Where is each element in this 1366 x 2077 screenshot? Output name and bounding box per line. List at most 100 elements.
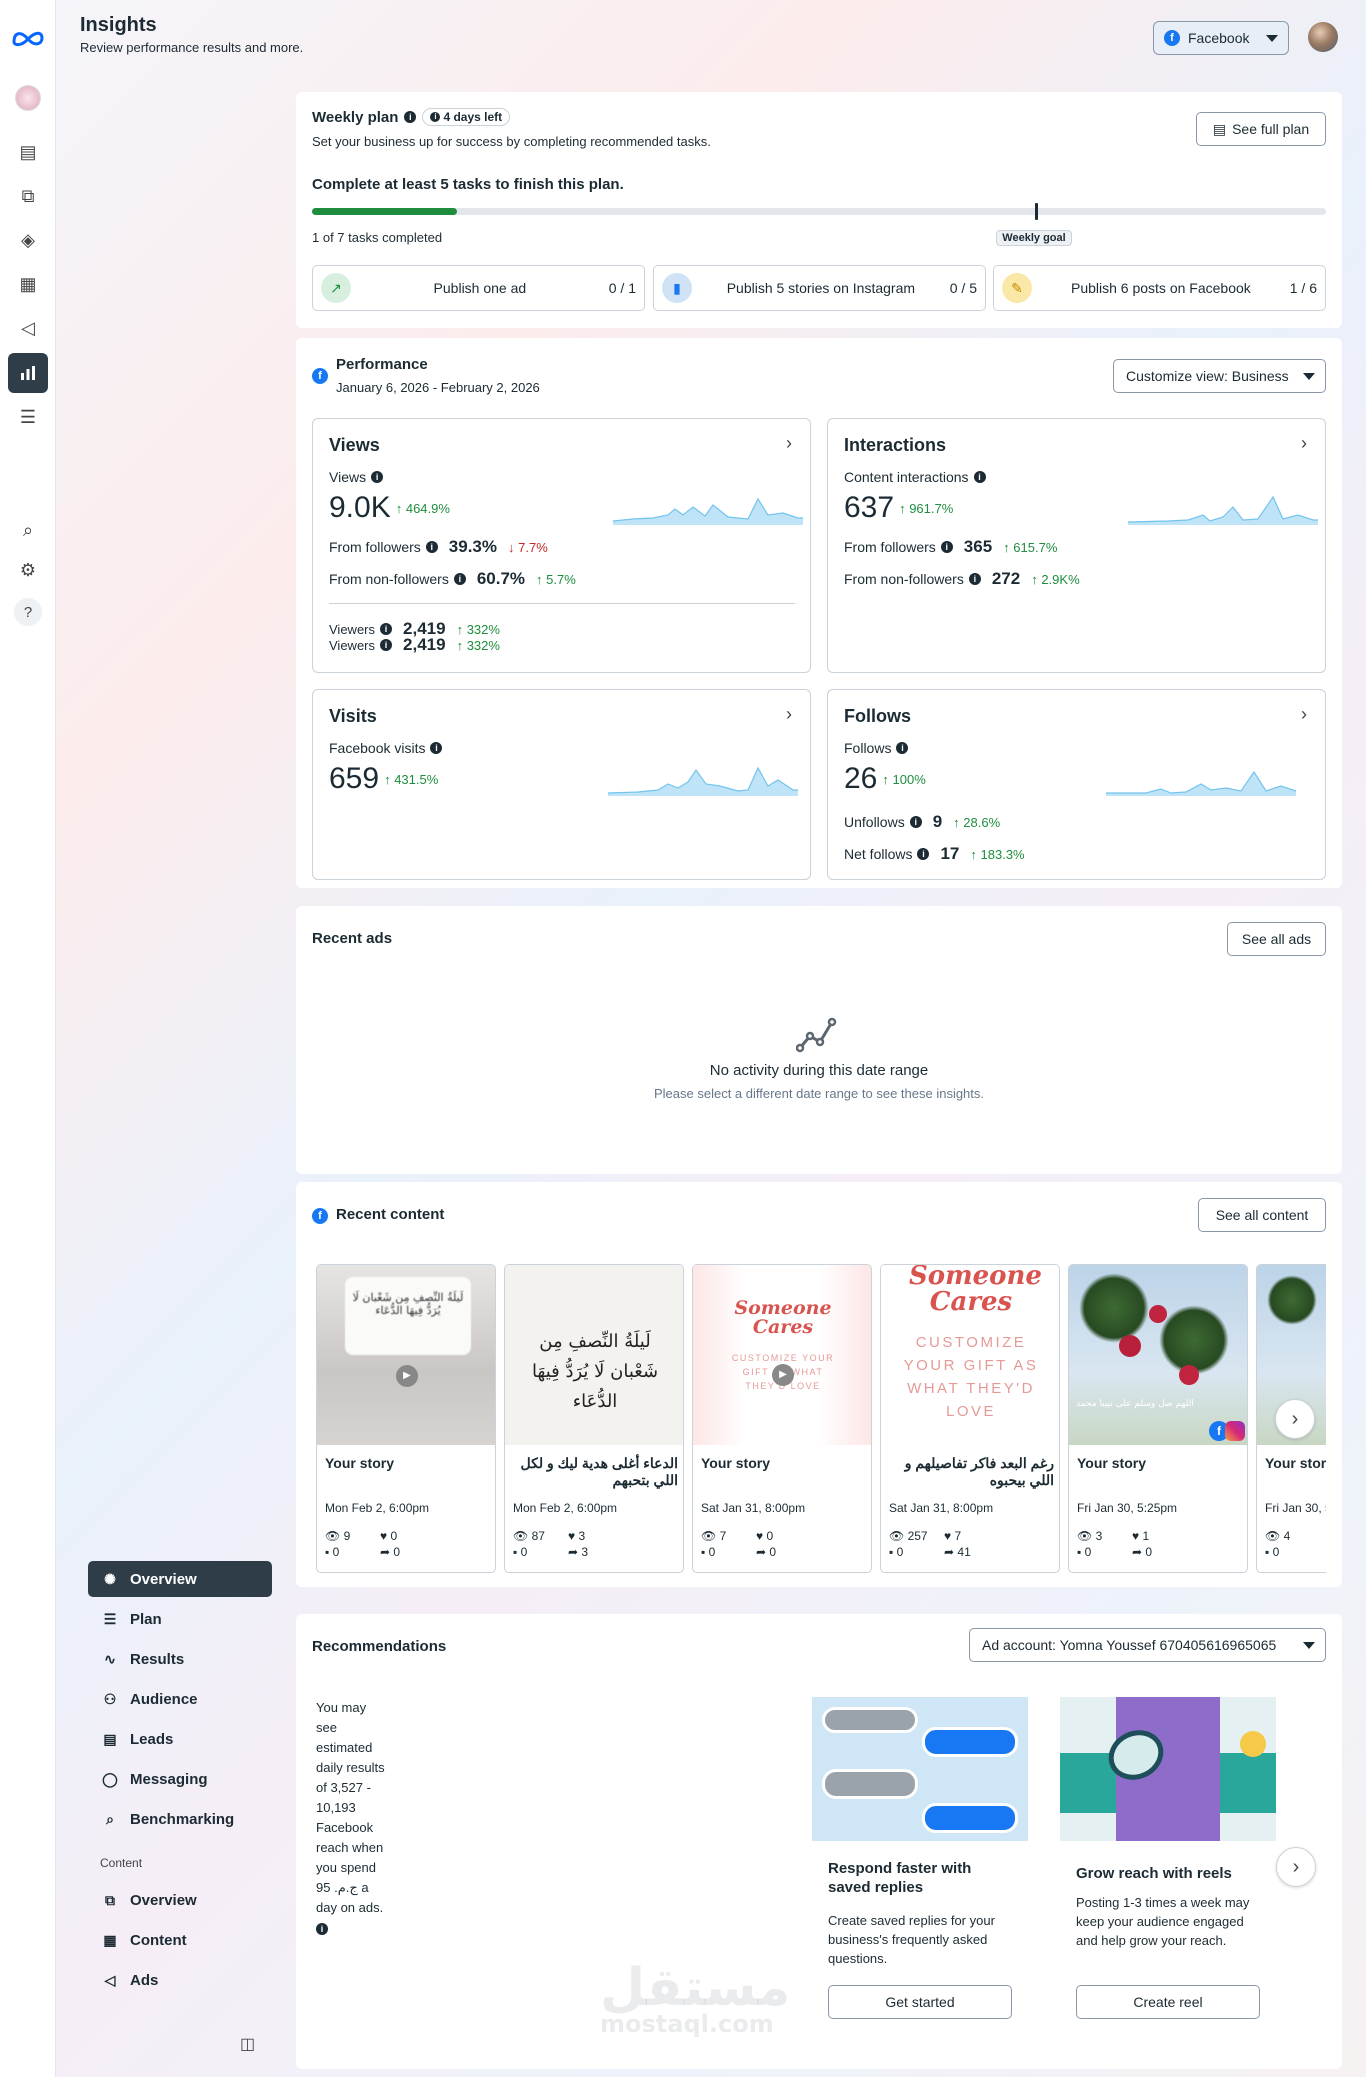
- nav-audience[interactable]: ⚇ Audience: [88, 1681, 272, 1717]
- thumb-text: اللهم صل وسلم على نبينا محمد: [1076, 1399, 1194, 1409]
- info-icon[interactable]: i: [973, 471, 986, 483]
- follows-title: Follows: [844, 706, 911, 726]
- flower-decoration: [1149, 1305, 1167, 1323]
- platform-select[interactable]: f Facebook: [1153, 21, 1289, 55]
- task-label: Publish 6 posts on Facebook: [1070, 280, 1251, 296]
- chevron-right-icon[interactable]: ›: [1301, 433, 1307, 454]
- content-item[interactable]: Someone Cares CUSTOMIZE YOUR GIFT AS WHA…: [880, 1264, 1060, 1573]
- interactions-sparkline: [1128, 495, 1318, 525]
- views-count: 3: [1095, 1529, 1103, 1543]
- collapse-sidebar-icon[interactable]: ◫: [240, 2034, 255, 2054]
- from-nonfollowers-value: 272: [991, 569, 1021, 588]
- nav-content-overview[interactable]: ⧉ Overview: [88, 1882, 272, 1918]
- comments-stat: ▪ 0: [1077, 1545, 1092, 1559]
- info-icon[interactable]: i: [425, 541, 438, 553]
- user-avatar[interactable]: [1308, 22, 1338, 52]
- content-next-button[interactable]: ›: [1275, 1399, 1315, 1439]
- megaphone-icon[interactable]: ◁: [14, 314, 42, 342]
- weekly-goal-marker: [1035, 203, 1039, 220]
- see-all-ads-button[interactable]: See all ads: [1227, 922, 1326, 956]
- see-all-content-button[interactable]: See all content: [1198, 1198, 1326, 1232]
- content-title: Your stor: [1265, 1455, 1326, 1471]
- views-count: 9: [343, 1529, 351, 1543]
- info-icon[interactable]: i: [909, 816, 922, 828]
- facebook-icon: f: [312, 368, 328, 384]
- nav-plan[interactable]: ☰ Plan: [88, 1601, 272, 1637]
- viewers-label: Viewers: [329, 637, 376, 653]
- recent-content-title: Recent content: [336, 1206, 445, 1223]
- info-icon[interactable]: i: [453, 573, 466, 585]
- content-item[interactable]: اللهم صل وسلم على نبينا محمد f Your stor…: [1068, 1264, 1248, 1573]
- nav-label: Audience: [130, 1690, 198, 1708]
- info-icon[interactable]: i: [917, 848, 930, 860]
- get-started-button[interactable]: Get started: [828, 1985, 1012, 2019]
- task-publish-stories[interactable]: ▮ Publish 5 stories on Instagram 0 / 5: [653, 265, 986, 311]
- nav-overview[interactable]: ✺ Overview: [88, 1561, 272, 1597]
- recommendation-reels[interactable]: Grow reach with reels Posting 1-3 times …: [1060, 1697, 1276, 2037]
- content-title: Your story: [701, 1455, 770, 1471]
- interactions-change-value: 961.7%: [909, 500, 954, 516]
- chevron-right-icon[interactable]: ›: [786, 704, 792, 725]
- info-icon[interactable]: i: [380, 639, 393, 651]
- likes-stat: ♥ 0: [756, 1529, 774, 1543]
- contact-card-icon[interactable]: ▤: [14, 138, 42, 166]
- info-icon[interactable]: i: [371, 471, 384, 483]
- customize-view-select[interactable]: Customize view: Business: [1113, 359, 1326, 393]
- chevron-right-icon[interactable]: ›: [786, 433, 792, 454]
- nav-messaging[interactable]: ◯ Messaging: [88, 1761, 272, 1797]
- recommendation-saved-replies[interactable]: Respond faster with saved replies Create…: [812, 1697, 1028, 2037]
- views-metric-card[interactable]: Views › Views i 9.0K ↑ 464.9% From followe…: [312, 418, 811, 673]
- nav-content[interactable]: ▦ Content: [88, 1922, 272, 1958]
- content-thumbnail: Someone Cares CUSTOMIZE YOUR GIFT AS WHA…: [693, 1265, 871, 1445]
- gear-icon[interactable]: ⚙: [14, 556, 42, 584]
- content-title: Your story: [1077, 1455, 1146, 1471]
- interactions-metric-card[interactable]: Interactions › Content interactions i 637…: [827, 418, 1326, 673]
- task-publish-posts[interactable]: ✎ Publish 6 posts on Facebook 1 / 6: [993, 265, 1326, 311]
- info-icon[interactable]: i: [380, 623, 393, 635]
- create-reel-button[interactable]: Create reel: [1076, 1985, 1260, 2019]
- handshake-icon[interactable]: ◈: [14, 226, 42, 254]
- content-item[interactable]: لَيلَةُ النِّصفِ مِن شَعْبان لَا يُرَدُّ…: [504, 1264, 684, 1573]
- search-icon[interactable]: ⌕: [14, 516, 42, 544]
- menu-icon[interactable]: ☰: [14, 403, 42, 431]
- leaves-decoration: [1079, 1273, 1149, 1343]
- info-icon[interactable]: i: [896, 742, 909, 754]
- nav-benchmarking[interactable]: ⌕ Benchmarking: [88, 1801, 272, 1837]
- task-publish-ad[interactable]: ↗ Publish one ad 0 / 1: [312, 265, 645, 311]
- meta-logo-icon[interactable]: [10, 24, 46, 52]
- caret-down-icon: [1303, 1641, 1315, 1649]
- follows-metric-card[interactable]: Follows › Follows i 26 ↑ 100% Unfollows i 9 ↑…: [827, 689, 1326, 880]
- shares-stat: ➦ 0: [1132, 1545, 1153, 1559]
- content-item[interactable]: لَيلَةُ النِّصفِ مِن شَعْبان لَا يُرَدُّ…: [316, 1264, 496, 1573]
- content-item[interactable]: Someone Cares CUSTOMIZE YOUR GIFT AS WHA…: [692, 1264, 872, 1573]
- info-icon[interactable]: i: [940, 541, 953, 553]
- table-icon: ▦: [103, 1931, 117, 1948]
- visits-metric-card[interactable]: Visits › Facebook visits i 659 ↑ 431.5%: [312, 689, 811, 880]
- table-icon[interactable]: ▦: [14, 270, 42, 298]
- layers-icon[interactable]: ⧉: [14, 182, 42, 210]
- info-icon[interactable]: i: [404, 111, 417, 123]
- views-stat: 👁 87: [513, 1529, 545, 1543]
- insights-chart-icon[interactable]: [8, 353, 48, 393]
- ad-account-select[interactable]: Ad account: Yomna Youssef 67040561696506…: [969, 1628, 1326, 1662]
- info-icon[interactable]: i: [316, 1922, 328, 1935]
- likes-count: 7: [954, 1529, 962, 1543]
- page-avatar-icon[interactable]: [14, 84, 42, 112]
- nav-ads[interactable]: ◁ Ads: [88, 1962, 272, 1998]
- trend-up-icon: ↗: [321, 273, 351, 303]
- info-icon[interactable]: i: [968, 573, 981, 585]
- nav-label: Overview: [130, 1570, 197, 1588]
- from-followers-label: From followers: [844, 539, 936, 555]
- weekly-plan-subtitle: Set your business up for success by comp…: [312, 134, 711, 149]
- no-activity-subtitle: Please select a different date range to …: [653, 1086, 985, 1101]
- info-icon[interactable]: i: [430, 742, 443, 754]
- see-full-plan-button[interactable]: ▤ See full plan: [1196, 112, 1326, 146]
- nav-results[interactable]: ∿ Results: [88, 1641, 272, 1677]
- help-icon[interactable]: ?: [14, 598, 42, 626]
- rec-title: Respond faster with saved replies: [828, 1860, 972, 1896]
- performance-title: Performance: [336, 356, 428, 373]
- content-thumbnail: لَيلَةُ النِّصفِ مِن شَعْبان لَا يُرَدُّ…: [505, 1265, 683, 1445]
- nav-leads[interactable]: ▤ Leads: [88, 1721, 272, 1757]
- recommendations-next-button[interactable]: ›: [1276, 1847, 1316, 1887]
- chevron-right-icon[interactable]: ›: [1301, 704, 1307, 725]
